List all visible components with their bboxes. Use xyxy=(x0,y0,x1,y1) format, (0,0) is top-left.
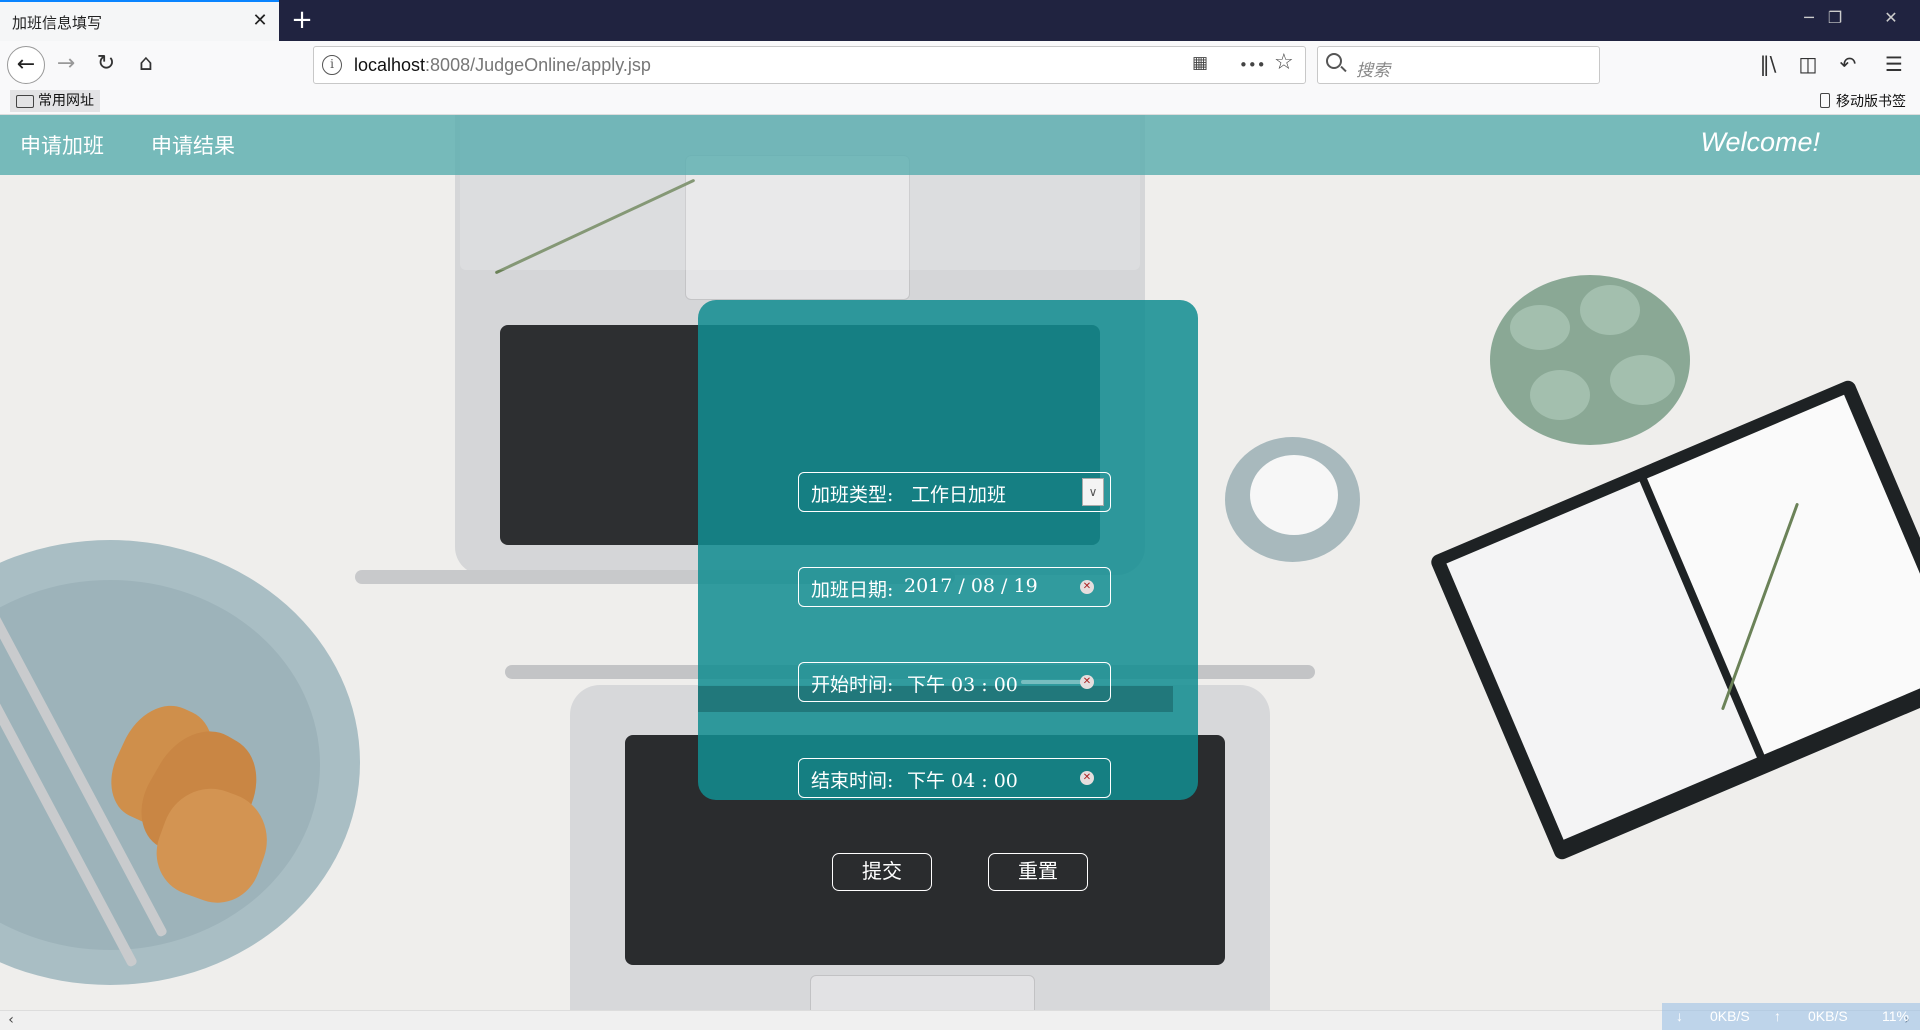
nav-apply-result[interactable]: 申请结果 xyxy=(151,130,235,160)
speed-extra: 11% xyxy=(1882,1008,1909,1024)
download-arrow-icon: ↓ xyxy=(1676,1008,1683,1024)
start-time-field[interactable]: 开始时间: 下午 03 : 00 ✕ xyxy=(798,662,1111,702)
sidebar-icon[interactable]: ◫ xyxy=(1794,50,1822,78)
more-icon[interactable]: ••• xyxy=(1239,56,1266,74)
submit-button[interactable]: 提交 xyxy=(832,853,932,891)
bookmark-common-sites[interactable]: 常用网址 xyxy=(10,90,100,112)
library-icon[interactable]: ‖\ xyxy=(1754,50,1782,78)
bookmarks-bar: 常用网址 移动版书签 xyxy=(0,87,1920,115)
site-header: 申请加班 申请结果 Welcome! xyxy=(0,115,1920,175)
browser-nav-bar: ← → ↻ ⌂ i localhost:8008/JudgeOnline/app… xyxy=(0,41,1920,87)
overtime-form-panel: 加班类型: 工作日加班 ∨ 加班日期: 2017 / 08 / 19 ✕ 开始时… xyxy=(698,300,1198,891)
plant-image xyxy=(1490,275,1690,445)
url-text[interactable]: localhost:8008/JudgeOnline/apply.jsp xyxy=(354,55,651,76)
browser-tab[interactable]: 加班信息填写 ✕ xyxy=(0,0,279,41)
url-bar[interactable]: i localhost:8008/JudgeOnline/apply.jsp ▦… xyxy=(313,46,1306,84)
overtime-type-label: 加班类型: xyxy=(811,484,894,506)
undo-icon[interactable]: ↶ xyxy=(1834,50,1862,78)
network-speed-widget: ↓ 0KB/S ↑ 0KB/S 11% xyxy=(1662,1003,1920,1030)
search-placeholder: 搜索 xyxy=(1356,61,1390,81)
upload-arrow-icon: ↑ xyxy=(1774,1008,1781,1024)
clear-icon[interactable]: ✕ xyxy=(1080,675,1094,689)
plant-leaf xyxy=(1610,355,1675,405)
start-time-value: 下午 03 : 00 xyxy=(907,674,1018,696)
tab-title: 加班信息填写 xyxy=(12,14,103,32)
page-viewport: 申请加班 申请结果 Welcome! 加班类型: 工作日加班 ∨ 加班日期: 2… xyxy=(0,115,1920,1010)
end-time-field[interactable]: 结束时间: 下午 04 : 00 ✕ xyxy=(798,758,1111,798)
url-host: localhost xyxy=(354,55,426,75)
new-tab-icon[interactable]: + xyxy=(288,6,316,34)
mobile-bookmarks[interactable]: 移动版书签 xyxy=(1820,91,1906,111)
forward-icon[interactable]: → xyxy=(52,50,80,78)
horizontal-scrollbar[interactable]: ‹ › xyxy=(0,1010,1920,1030)
overtime-date-field[interactable]: 加班日期: 2017 / 08 / 19 ✕ xyxy=(798,567,1111,607)
info-icon[interactable]: i xyxy=(322,55,342,75)
browser-tab-bar: 加班信息填写 ✕ + ─ ❐ ✕ xyxy=(0,0,1920,41)
download-speed: 0KB/S xyxy=(1710,1008,1750,1024)
end-time-label: 结束时间: xyxy=(811,770,894,792)
scroll-left-icon[interactable]: ‹ xyxy=(2,1012,20,1028)
clear-icon[interactable]: ✕ xyxy=(1080,580,1094,594)
end-time-value: 下午 04 : 00 xyxy=(907,770,1018,792)
chevron-down-icon[interactable]: ∨ xyxy=(1082,478,1104,506)
overtime-date-label: 加班日期: xyxy=(811,579,894,601)
plant-leaf xyxy=(1510,305,1570,350)
mobile-bookmarks-label: 移动版书签 xyxy=(1836,94,1906,110)
back-icon[interactable]: ← xyxy=(7,46,45,84)
qr-icon[interactable]: ▦ xyxy=(1192,53,1208,73)
search-bar[interactable]: 搜索 xyxy=(1317,46,1600,84)
window-close-icon[interactable]: ✕ xyxy=(1876,8,1906,27)
plant-leaf xyxy=(1580,285,1640,335)
bookmark-label: 常用网址 xyxy=(38,93,94,109)
candle-image xyxy=(1225,437,1360,562)
welcome-text: Welcome! xyxy=(1700,127,1820,157)
overtime-type-value: 工作日加班 xyxy=(911,484,1007,506)
restore-icon[interactable]: ❐ xyxy=(1820,8,1850,27)
search-icon xyxy=(1326,53,1342,69)
star-icon[interactable]: ☆ xyxy=(1274,50,1294,75)
reset-button[interactable]: 重置 xyxy=(988,853,1088,891)
plant-leaf xyxy=(1530,370,1590,420)
home-icon[interactable]: ⌂ xyxy=(132,50,160,78)
upload-speed: 0KB/S xyxy=(1808,1008,1848,1024)
laptop-bottom-trackpad xyxy=(810,975,1035,1010)
notebook-image xyxy=(1428,378,1920,862)
folder-icon xyxy=(16,95,34,108)
tab-close-icon[interactable]: ✕ xyxy=(249,10,271,32)
menu-icon[interactable]: ☰ xyxy=(1880,50,1908,78)
candle-wax xyxy=(1250,455,1338,535)
overtime-type-select[interactable]: 加班类型: 工作日加班 ∨ xyxy=(798,472,1111,512)
reload-icon[interactable]: ↻ xyxy=(92,50,120,78)
overtime-date-value: 2017 / 08 / 19 xyxy=(904,575,1038,597)
nav-apply-overtime[interactable]: 申请加班 xyxy=(20,130,104,160)
url-path: :8008/JudgeOnline/apply.jsp xyxy=(425,55,651,75)
phone-icon xyxy=(1820,93,1830,108)
start-time-label: 开始时间: xyxy=(811,674,894,696)
clear-icon[interactable]: ✕ xyxy=(1080,771,1094,785)
